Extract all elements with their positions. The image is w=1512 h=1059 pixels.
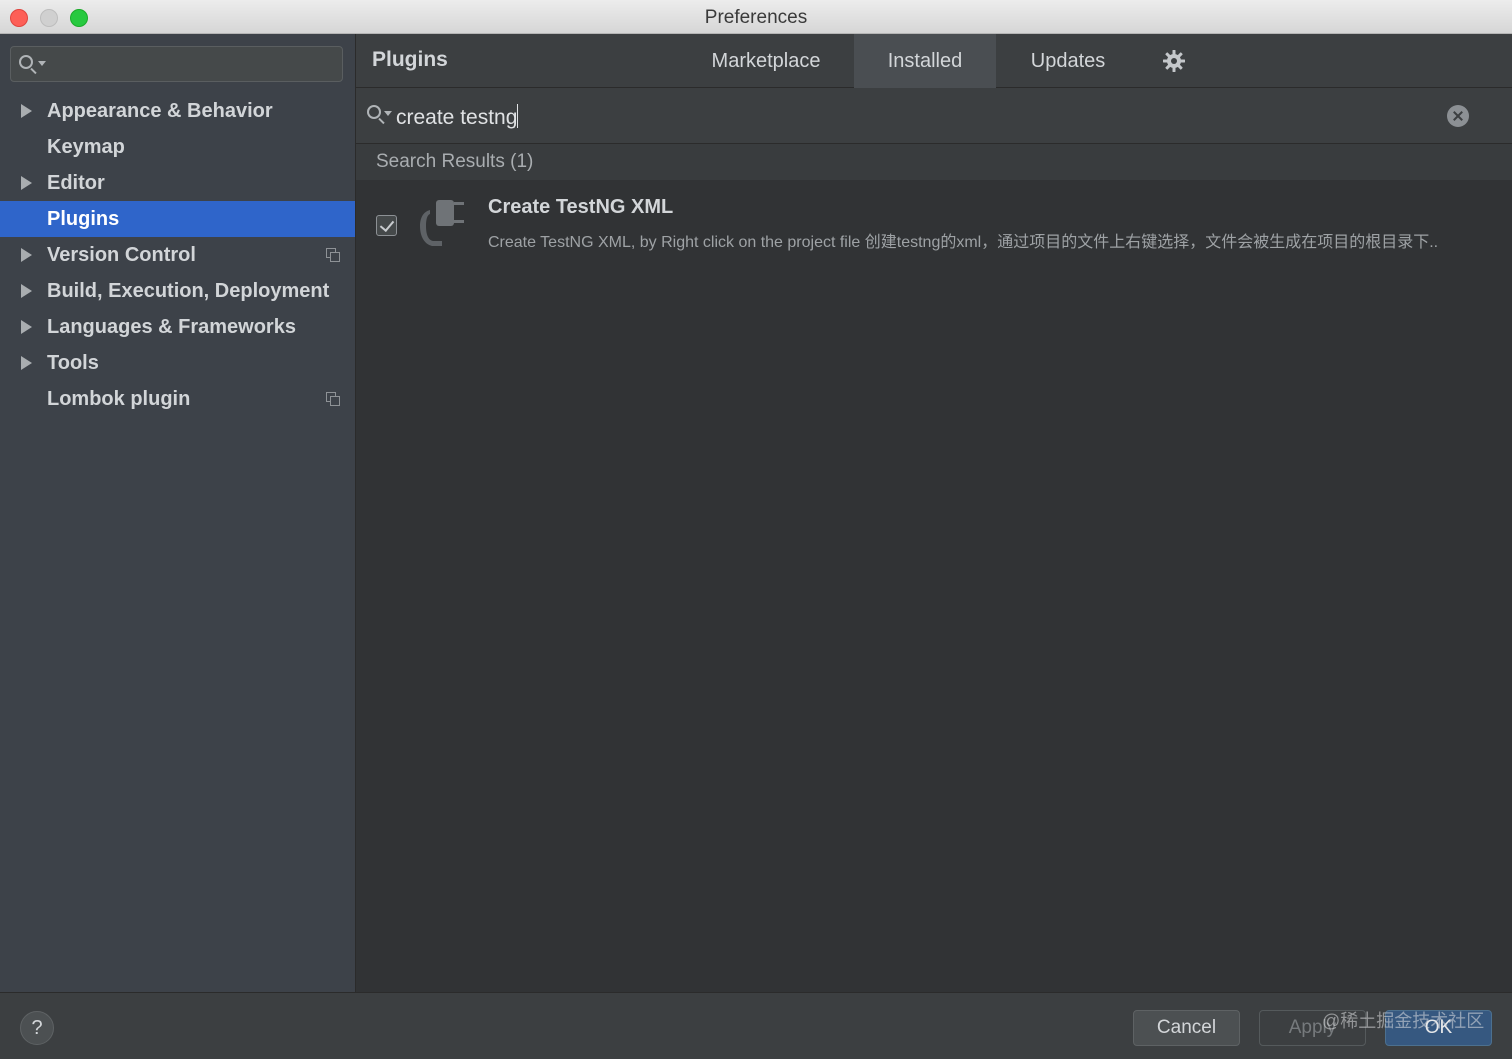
plugin-name[interactable]: Create TestNG XML bbox=[488, 196, 673, 219]
nav-item-label: Editor bbox=[47, 172, 105, 194]
tab-installed[interactable]: Installed bbox=[854, 34, 996, 88]
plugins-header: Plugins Marketplace Installed Updates bbox=[356, 34, 1512, 88]
nav-item-label: Build, Execution, Deployment bbox=[47, 280, 330, 302]
nav-item-label: Keymap bbox=[47, 136, 125, 158]
preferences-window: Preferences Appearance & Behavior Keymap… bbox=[0, 0, 1512, 1059]
plugin-search-input[interactable]: create testng bbox=[396, 104, 519, 130]
tab-marketplace[interactable]: Marketplace bbox=[686, 34, 846, 88]
search-options-caret-icon bbox=[38, 61, 46, 66]
cancel-button[interactable]: Cancel bbox=[1133, 1010, 1240, 1046]
nav-item-label: Version Control bbox=[47, 244, 196, 266]
plugin-search-field[interactable]: create testng bbox=[356, 88, 1512, 144]
nav-item-lombok-plugin[interactable]: Lombok plugin bbox=[0, 381, 355, 417]
nav-item-tools[interactable]: Tools bbox=[0, 345, 355, 381]
expand-arrow-icon[interactable] bbox=[21, 284, 32, 298]
tab-updates[interactable]: Updates bbox=[996, 34, 1140, 88]
plugin-description: Create TestNG XML, by Right click on the… bbox=[488, 234, 1439, 251]
nav-item-label: Tools bbox=[47, 352, 99, 374]
expand-arrow-icon[interactable] bbox=[21, 104, 32, 118]
nav-item-keymap[interactable]: Keymap bbox=[0, 129, 355, 165]
watermark-text: @稀土掘金技术社区 bbox=[1322, 1011, 1485, 1031]
search-results-header: Search Results (1) bbox=[356, 144, 1512, 180]
nav-item-editor[interactable]: Editor bbox=[0, 165, 355, 201]
plugins-panel: Plugins Marketplace Installed Updates cr… bbox=[356, 34, 1512, 992]
plugin-list-item[interactable]: Create TestNG XML Create TestNG XML, by … bbox=[356, 180, 1512, 270]
nav-item-build-execution-deployment[interactable]: Build, Execution, Deployment bbox=[0, 273, 355, 309]
text-cursor bbox=[517, 104, 519, 128]
dialog-footer: ? Cancel Apply OK @稀土掘金技术社区 bbox=[0, 992, 1512, 1059]
nav-item-version-control[interactable]: Version Control bbox=[0, 237, 355, 273]
expand-arrow-icon[interactable] bbox=[21, 176, 32, 190]
nav-item-label: Appearance & Behavior bbox=[47, 100, 273, 122]
gear-icon[interactable] bbox=[1162, 49, 1186, 73]
window-title: Preferences bbox=[704, 7, 808, 28]
search-options-caret-icon bbox=[384, 111, 392, 116]
project-settings-icon bbox=[326, 392, 340, 406]
search-results-label: Search Results (1) bbox=[376, 151, 534, 172]
plugin-icon bbox=[420, 200, 464, 246]
settings-search-input[interactable] bbox=[10, 46, 343, 82]
settings-sidebar: Appearance & Behavior Keymap Editor Plug… bbox=[0, 34, 356, 992]
search-icon bbox=[19, 55, 33, 69]
clear-search-icon[interactable] bbox=[1447, 105, 1469, 127]
nav-item-plugins[interactable]: Plugins bbox=[0, 201, 355, 237]
title-bar: Preferences bbox=[0, 0, 1512, 34]
expand-arrow-icon[interactable] bbox=[21, 356, 32, 370]
settings-nav-tree: Appearance & Behavior Keymap Editor Plug… bbox=[0, 93, 355, 417]
search-icon bbox=[367, 105, 381, 119]
nav-item-appearance-behavior[interactable]: Appearance & Behavior bbox=[0, 93, 355, 129]
nav-item-label: Lombok plugin bbox=[47, 388, 191, 410]
nav-item-label: Languages & Frameworks bbox=[47, 316, 296, 338]
expand-arrow-icon[interactable] bbox=[21, 320, 32, 334]
project-settings-icon bbox=[326, 248, 340, 262]
expand-arrow-icon[interactable] bbox=[21, 248, 32, 262]
plugin-enabled-checkbox[interactable] bbox=[376, 215, 397, 236]
nav-item-languages-frameworks[interactable]: Languages & Frameworks bbox=[0, 309, 355, 345]
help-button[interactable]: ? bbox=[20, 1011, 54, 1045]
plugin-search-value: create testng bbox=[396, 106, 518, 129]
nav-item-label: Plugins bbox=[47, 208, 120, 230]
page-title: Plugins bbox=[372, 48, 448, 71]
